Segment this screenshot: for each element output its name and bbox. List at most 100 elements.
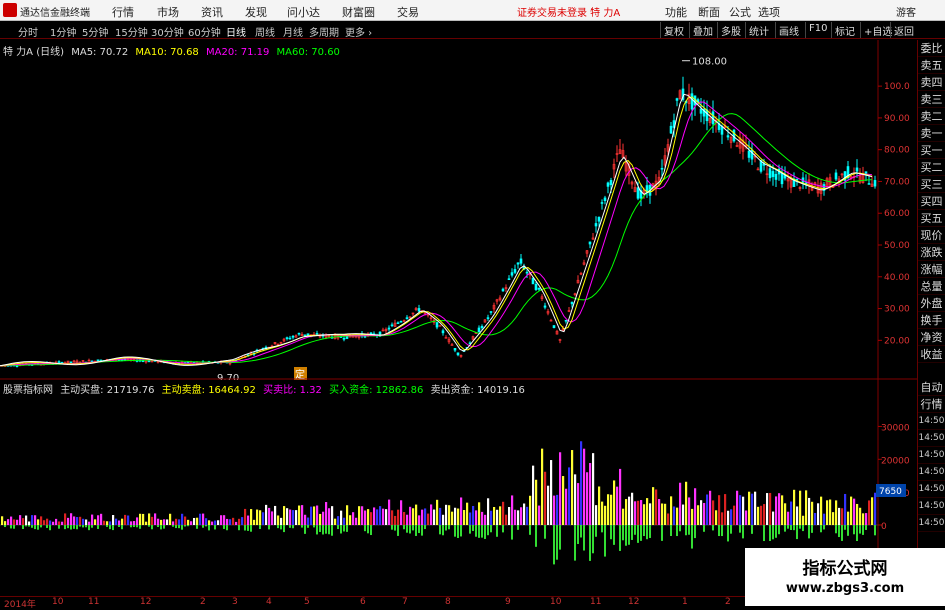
flow-bar xyxy=(862,513,865,525)
flow-bar-negative xyxy=(859,525,861,534)
flow-bar xyxy=(574,474,577,525)
tab-30min[interactable]: 30分钟 xyxy=(151,24,184,39)
flow-bar-negative xyxy=(307,525,309,528)
side-bottom-item[interactable]: 14:50 xyxy=(918,515,945,532)
guest-label[interactable]: 游客 xyxy=(896,4,916,19)
tab-monthly[interactable]: 月线 xyxy=(283,24,303,39)
flow-bar-negative xyxy=(421,525,423,536)
side-item[interactable]: 买四 xyxy=(918,193,945,210)
tab-more[interactable]: 更多 › xyxy=(345,24,372,39)
flow-bar xyxy=(376,509,379,525)
side-bottom-item[interactable]: 14:50 xyxy=(918,413,945,430)
flow-bar xyxy=(295,510,298,525)
flow-bar xyxy=(496,509,499,525)
tab-daily[interactable]: 日线 xyxy=(226,24,246,39)
flow-bar-negative xyxy=(442,525,444,536)
time-axis-label: 2 xyxy=(200,597,206,607)
flow-bar-negative xyxy=(610,525,612,540)
side-item[interactable]: 买一 xyxy=(918,142,945,159)
menu-gongshi[interactable]: 公式 xyxy=(729,4,751,20)
menu-shichang[interactable]: 市场 xyxy=(157,4,179,20)
flow-bar-negative xyxy=(277,525,279,529)
multi-stock-button[interactable]: 多股 xyxy=(717,22,744,38)
tab-1min[interactable]: 1分钟 xyxy=(50,24,76,39)
candle-body xyxy=(594,223,598,227)
mark-button[interactable]: 标记 xyxy=(831,22,858,38)
menu-faxian[interactable]: 发现 xyxy=(245,4,267,20)
flow-bar-negative xyxy=(172,525,174,527)
tab-15min[interactable]: 15分钟 xyxy=(115,24,148,39)
menu-xuanxiang[interactable]: 选项 xyxy=(758,4,780,20)
flow-bar-negative xyxy=(646,525,648,540)
overlay-button[interactable]: 叠加 xyxy=(689,22,716,38)
side-item[interactable]: 净资 xyxy=(918,329,945,346)
tab-fenshi[interactable]: 分时 xyxy=(18,24,38,39)
side-bottom-item[interactable]: 14:50 xyxy=(918,498,945,515)
flow-bar xyxy=(127,515,130,525)
side-bottom-item[interactable]: 14:50 xyxy=(918,430,945,447)
side-item[interactable]: 卖三 xyxy=(918,91,945,108)
side-bottom-item[interactable]: 14:50 xyxy=(918,481,945,498)
flow-bar-negative xyxy=(370,525,372,536)
side-item[interactable]: 买二 xyxy=(918,159,945,176)
side-item[interactable]: 现价 xyxy=(918,227,945,244)
side-item[interactable]: 外盘 xyxy=(918,295,945,312)
flow-tick-label: 30000 xyxy=(881,423,910,433)
side-bottom-item[interactable]: 行情 xyxy=(918,396,945,413)
flow-bar-negative xyxy=(28,525,30,527)
side-item[interactable]: 买五 xyxy=(918,210,945,227)
flow-bar xyxy=(601,501,604,525)
menu-jiaoyi[interactable]: 交易 xyxy=(397,4,419,20)
side-item[interactable]: 委比 xyxy=(918,40,945,57)
flow-bar xyxy=(325,502,328,525)
side-item[interactable]: 卖四 xyxy=(918,74,945,91)
flow-bar xyxy=(514,509,517,525)
menu-wenxiaoda[interactable]: 问小达 xyxy=(287,4,320,20)
price-chart[interactable]: 100.0 90.00 80.00 70.00 60.00 50.00 40.00 30.00… xyxy=(0,40,917,384)
side-bottom-item[interactable]: 14:50 xyxy=(918,447,945,464)
side-item[interactable]: 涨跌 xyxy=(918,244,945,261)
side-item[interactable]: 买三 xyxy=(918,176,945,193)
back-button[interactable]: 返回 xyxy=(890,22,917,38)
candle-body xyxy=(669,125,673,134)
app-title: 通达信金融终端 xyxy=(20,8,90,19)
menu-gongneng[interactable]: 功能 xyxy=(665,4,687,20)
flow-bar xyxy=(502,501,505,525)
stats-button[interactable]: 统计 xyxy=(745,22,772,38)
flow-bar xyxy=(340,510,343,525)
candle-body xyxy=(399,321,403,323)
side-item[interactable]: 卖二 xyxy=(918,108,945,125)
flow-bar-negative xyxy=(106,525,108,527)
flow-bar xyxy=(208,520,211,525)
tab-weekly[interactable]: 周线 xyxy=(255,24,275,39)
candle-body xyxy=(390,324,394,327)
candle-body xyxy=(690,93,694,110)
side-item[interactable]: 换手 xyxy=(918,312,945,329)
f10-button[interactable]: F10 xyxy=(805,22,830,38)
side-item[interactable]: 收益 xyxy=(918,346,945,363)
login-notice[interactable]: 证券交易未登录 特 力A xyxy=(517,4,620,19)
flow-bar-negative xyxy=(46,525,48,528)
tab-multi-period[interactable]: 多周期 xyxy=(309,24,339,39)
flow-bar xyxy=(538,505,541,525)
flow-bar-negative xyxy=(835,525,837,534)
draw-line-button[interactable]: 画线 xyxy=(775,22,802,38)
menu-zixun[interactable]: 资讯 xyxy=(201,4,223,20)
flow-bar-negative xyxy=(58,525,60,529)
side-bottom-item[interactable]: 自动 xyxy=(918,379,945,396)
price-tick-label: 30.00 xyxy=(884,305,910,315)
side-bottom-item[interactable]: 14:50 xyxy=(918,464,945,481)
flow-bar xyxy=(664,503,667,525)
menu-hangqing[interactable]: 行情 xyxy=(112,4,134,20)
side-item[interactable]: 涨幅 xyxy=(918,261,945,278)
menu-caifuquan[interactable]: 财富圈 xyxy=(342,4,375,20)
tab-5min[interactable]: 5分钟 xyxy=(82,24,108,39)
side-item[interactable]: 卖五 xyxy=(918,57,945,74)
fuquan-button[interactable]: 复权 xyxy=(660,22,687,38)
menu-duanmian[interactable]: 断面 xyxy=(698,4,720,20)
tab-60min[interactable]: 60分钟 xyxy=(188,24,221,39)
flow-bar-negative xyxy=(328,525,330,535)
price-tick-label: 80.00 xyxy=(884,146,910,156)
side-item[interactable]: 总量 xyxy=(918,278,945,295)
side-item[interactable]: 卖一 xyxy=(918,125,945,142)
